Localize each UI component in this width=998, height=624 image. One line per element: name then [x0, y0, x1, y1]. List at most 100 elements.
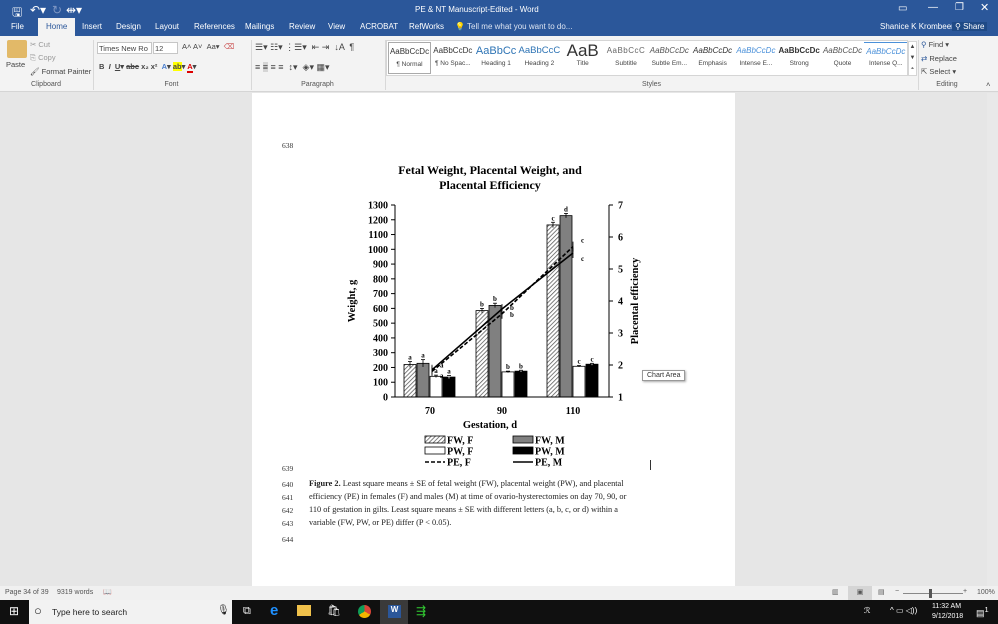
- tab-insert[interactable]: Insert: [82, 22, 102, 31]
- styles-scroll[interactable]: ▲ ▼ ⩡: [908, 41, 917, 76]
- restore-icon[interactable]: ❐: [955, 2, 964, 13]
- windows-start-icon[interactable]: ⊞: [9, 604, 19, 618]
- style-intense-e[interactable]: AaBbCcDc Intense E...: [734, 42, 777, 74]
- legend-label: FW, M: [535, 436, 565, 447]
- bar-pw-m: [442, 376, 456, 398]
- alignment-buttons[interactable]: ≡ ≡ ≡ ≡ ↕▾ ◈▾ ▦▾: [255, 62, 330, 73]
- save-icon[interactable]: 🖫: [12, 3, 22, 24]
- people-icon[interactable]: ℛ: [864, 606, 870, 615]
- grow-shrink-font-buttons[interactable]: A˄ A˅ Aa▾ ⌫: [182, 42, 234, 51]
- cut-button[interactable]: ✂ Cut: [30, 40, 50, 49]
- customize-qat-icon[interactable]: ⇹▾: [66, 3, 82, 17]
- legend-label: PW, F: [447, 447, 473, 458]
- page-count[interactable]: Page 34 of 39: [5, 589, 49, 596]
- style-no-spac[interactable]: AaBbCcDc ¶ No Spac...: [431, 42, 474, 74]
- replace-button[interactable]: ⇄ Replace: [921, 54, 957, 63]
- style-quote[interactable]: AaBbCcDc Quote: [821, 42, 864, 74]
- style-strong[interactable]: AaBbCcDc Strong: [778, 42, 821, 74]
- replace-icon: ⇄: [921, 54, 928, 63]
- edge-icon[interactable]: e: [270, 602, 278, 619]
- ribbon-display-icon[interactable]: ▭: [898, 3, 907, 14]
- tab-review[interactable]: Review: [289, 22, 315, 31]
- zoom-slider-thumb[interactable]: [929, 589, 932, 598]
- styles-group-label: Styles: [641, 81, 662, 88]
- search-placeholder: Type here to search: [52, 607, 128, 617]
- redo-icon[interactable]: ↻: [52, 3, 62, 17]
- style-emphasis[interactable]: AaBbCcDc Emphasis: [691, 42, 734, 74]
- paste-icon[interactable]: [7, 40, 27, 58]
- zoom-level[interactable]: 100%: [977, 589, 995, 596]
- chrome-icon[interactable]: [358, 605, 371, 618]
- significance-letter: d: [564, 205, 568, 213]
- clock-time[interactable]: 11:32 AM: [932, 603, 961, 610]
- tab-mailings[interactable]: Mailings: [245, 22, 274, 31]
- web-layout-icon[interactable]: ▤: [878, 588, 885, 596]
- list-buttons[interactable]: ☰▾ ☷▾ ⋮☰▾ ⇤ ⇥ ↓A ¶: [255, 42, 354, 53]
- print-layout-icon[interactable]: ▣: [848, 586, 872, 600]
- style-intense-q[interactable]: AaBbCcDc Intense Q...: [864, 42, 908, 74]
- vertical-scrollbar[interactable]: [987, 93, 998, 586]
- line-number: 641: [282, 493, 294, 502]
- y-tick-label: 0: [383, 393, 388, 404]
- zoom-out-button[interactable]: −: [895, 588, 899, 595]
- bar-pw-f: [572, 365, 586, 398]
- tab-refworks[interactable]: RefWorks: [409, 22, 444, 31]
- word-taskbar-button[interactable]: W: [380, 600, 408, 624]
- undo-icon[interactable]: ↶▾: [30, 3, 46, 17]
- collapse-ribbon-icon[interactable]: ˄: [986, 80, 990, 89]
- legend-label: FW, F: [447, 436, 473, 447]
- style-heading-2[interactable]: AaBbCcC Heading 2: [518, 42, 561, 74]
- system-tray-icons[interactable]: ^ ▭ ◁)): [890, 606, 917, 615]
- read-mode-icon[interactable]: ▥: [832, 588, 839, 596]
- significance-letter: b: [480, 300, 484, 308]
- tab-file[interactable]: File: [11, 22, 24, 31]
- style-title[interactable]: AaB Title: [561, 42, 604, 74]
- format-painter-button[interactable]: 🖌 Format Painter: [30, 67, 91, 76]
- zoom-in-button[interactable]: +: [963, 588, 967, 595]
- tab-acrobat[interactable]: ACROBAT: [360, 22, 398, 31]
- style-name: Emphasis: [698, 60, 727, 67]
- style-preview: AaBbCcDc: [649, 46, 689, 55]
- tab-layout[interactable]: Layout: [155, 22, 179, 31]
- bar-fw-f: [546, 224, 560, 398]
- share-button[interactable]: ⚲ Share: [952, 22, 988, 31]
- proofing-icon[interactable]: 📖: [103, 588, 112, 596]
- close-icon[interactable]: ✕: [980, 1, 989, 14]
- find-button[interactable]: ⚲ Find ▾: [921, 40, 949, 49]
- minimize-icon[interactable]: —: [928, 2, 938, 13]
- chart-title: Fetal Weight, Placental Weight, and: [398, 163, 582, 177]
- chart[interactable]: Fetal Weight, Placental Weight, and Plac…: [330, 155, 690, 475]
- copy-button[interactable]: ⎘ Copy: [30, 53, 56, 63]
- bar-pw-m: [514, 370, 528, 398]
- search-box[interactable]: ○ Type here to search 🎙: [29, 600, 232, 624]
- user-name[interactable]: Shanice K Krombeen: [880, 22, 956, 31]
- y-tick-label: 1300: [368, 201, 388, 212]
- style-name: Intense Q...: [868, 60, 903, 67]
- tab-view[interactable]: View: [328, 22, 345, 31]
- format-buttons[interactable]: B I U▾ abc x₂ x² A▾ ab▾ A▾: [99, 62, 196, 73]
- style-subtle-em[interactable]: AaBbCcDc Subtle Em...: [648, 42, 691, 74]
- word-count[interactable]: 9319 words: [57, 589, 93, 596]
- task-view-icon[interactable]: ⧉: [243, 605, 251, 618]
- zoom-slider[interactable]: [903, 593, 963, 594]
- file-explorer-icon[interactable]: [297, 605, 311, 616]
- style-subtitle[interactable]: AaBbCcC Subtitle: [605, 42, 648, 74]
- font-name-dropdown[interactable]: Times New Ro: [97, 42, 152, 54]
- paste-button[interactable]: Paste: [6, 60, 25, 69]
- style-normal[interactable]: AaBbCcDc ¶ Normal: [388, 42, 431, 74]
- style-name: Subtle Em...: [651, 60, 687, 67]
- clear-formatting-icon[interactable]: ⌫: [224, 42, 235, 51]
- y2-tick-label: 3: [618, 329, 623, 340]
- tab-references[interactable]: References: [194, 22, 235, 31]
- store-icon[interactable]: 🛍: [327, 604, 341, 617]
- clock-date[interactable]: 9/12/2018: [932, 613, 963, 620]
- select-button[interactable]: ⇱ Select ▾: [921, 67, 956, 76]
- font-size-dropdown[interactable]: 12: [153, 42, 178, 54]
- x-tick-label: 70: [425, 406, 435, 417]
- tell-me-search[interactable]: 💡 Tell me what you want to do...: [455, 22, 572, 31]
- style-heading-1[interactable]: AaBbCc Heading 1: [475, 42, 518, 74]
- tab-design[interactable]: Design: [116, 22, 141, 31]
- action-center-icon[interactable]: ▤1: [976, 605, 989, 619]
- app-icon[interactable]: ⇶: [416, 604, 426, 618]
- tab-home[interactable]: Home: [38, 18, 76, 36]
